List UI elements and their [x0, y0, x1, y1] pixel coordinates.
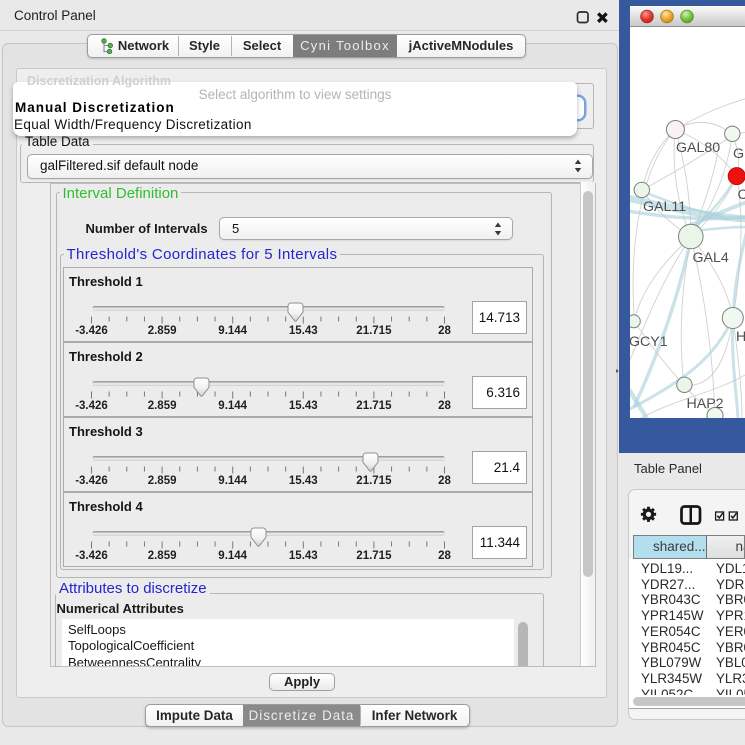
- svg-text:G..: G..: [733, 146, 745, 162]
- svg-text:H: H: [736, 329, 745, 345]
- svg-text:GAL4: GAL4: [693, 250, 729, 266]
- svg-text:GAL11: GAL11: [643, 199, 686, 215]
- svg-text:GAL80: GAL80: [676, 140, 720, 156]
- svg-text:HAP2: HAP2: [687, 396, 724, 412]
- svg-text:GCY1: GCY1: [630, 334, 668, 350]
- svg-text:C..: C..: [738, 187, 745, 203]
